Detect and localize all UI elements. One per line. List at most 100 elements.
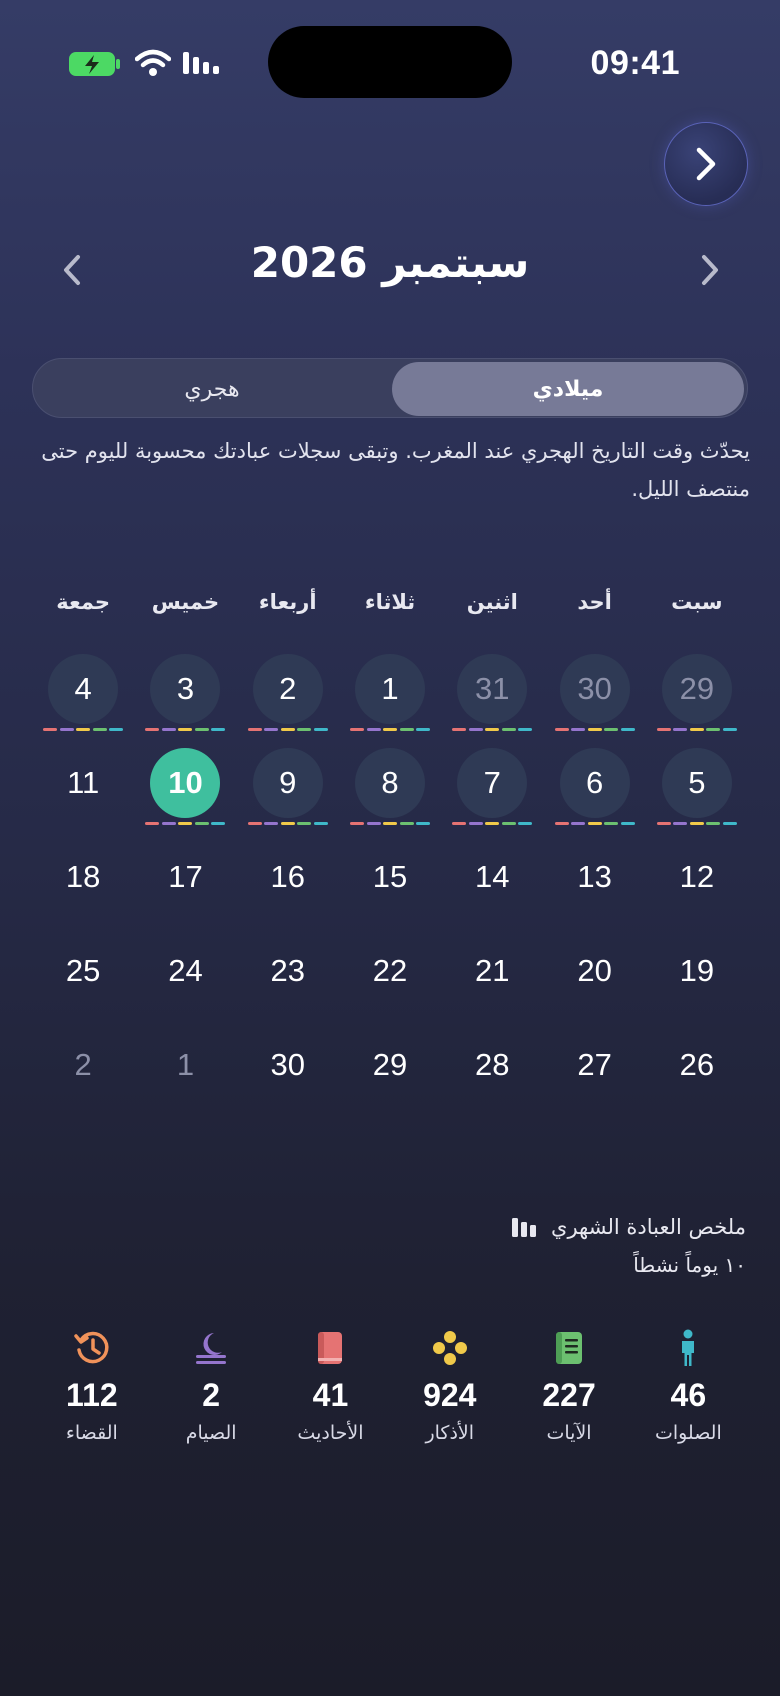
calendar-day[interactable]: 22	[339, 922, 441, 1016]
activity-indicator-dashes	[452, 822, 533, 826]
calendar-day[interactable]: 3	[134, 640, 236, 734]
calendar-day[interactable]: 29	[339, 1016, 441, 1110]
hijri-tab[interactable]: هجري	[36, 362, 388, 416]
day-number: 13	[577, 859, 612, 894]
calendar-day[interactable]: 5	[646, 734, 748, 828]
activity-dash	[689, 822, 704, 825]
activity-dash	[656, 728, 671, 731]
calendar-day[interactable]: 15	[339, 828, 441, 922]
day-circle: 15	[355, 842, 425, 912]
calendar-day[interactable]: 18	[32, 828, 134, 922]
day-number: 7	[483, 765, 501, 800]
activity-indicator-dashes	[145, 728, 226, 732]
stat-value: 112	[66, 1377, 118, 1413]
activity-dash	[366, 728, 381, 731]
calendar-day[interactable]: 19	[646, 922, 748, 1016]
calendar-day[interactable]: 29	[646, 640, 748, 734]
day-number: 30	[577, 671, 612, 706]
day-circle: 14	[457, 842, 527, 912]
activity-dash	[145, 822, 160, 825]
calendar-day[interactable]: 13	[543, 828, 645, 922]
activity-dash	[706, 728, 721, 731]
day-circle: 27	[560, 1030, 630, 1100]
calendar-day[interactable]: 17	[134, 828, 236, 922]
day-number: 29	[372, 1047, 408, 1082]
calendar-week-row: 19 20 21 22 23 24 25	[32, 922, 748, 1016]
day-number: 24	[168, 953, 203, 988]
activity-dash	[161, 728, 176, 731]
day-circle: 10	[150, 748, 221, 818]
day-number: 18	[65, 859, 101, 894]
next-month-button[interactable]	[690, 250, 730, 290]
active-days-count: ١٠ يوماً نشطاً	[633, 1253, 746, 1277]
day-number: 10	[168, 765, 203, 800]
day-number: 27	[577, 1047, 612, 1082]
calendar-day[interactable]: 23	[237, 922, 339, 1016]
activity-dash	[350, 822, 365, 825]
day-circle: 26	[662, 1030, 732, 1100]
calendar-day[interactable]: 1	[134, 1016, 236, 1110]
calendar-day[interactable]: 7	[441, 734, 543, 828]
stat-prayers[interactable]: 46 الصلوات	[629, 1325, 748, 1465]
stat-qada[interactable]: 112 القضاء	[32, 1325, 151, 1465]
calendar-day-today[interactable]: 10	[134, 734, 236, 828]
day-circle: 22	[355, 936, 425, 1006]
activity-dash	[518, 822, 533, 825]
stat-verses[interactable]: 227 الآيات	[509, 1325, 628, 1465]
calendar-day[interactable]: 2	[32, 1016, 134, 1110]
day-circle: 21	[457, 936, 527, 1006]
day-number: 2	[74, 1047, 92, 1082]
calendar-day[interactable]: 27	[543, 1016, 645, 1110]
calendar-day[interactable]: 12	[646, 828, 748, 922]
beads-icon	[432, 1331, 467, 1365]
day-circle: 18	[48, 842, 118, 912]
next-button[interactable]	[664, 122, 748, 206]
activity-dash	[571, 822, 586, 825]
calendar-day[interactable]: 25	[32, 922, 134, 1016]
activity-indicator-dashes	[452, 728, 533, 732]
calendar-day[interactable]: 2	[237, 640, 339, 734]
day-circle: 6	[559, 748, 630, 818]
hijri-note: يحدّث وقت التاريخ الهجري عند المغرب. وتب…	[41, 439, 750, 501]
calendar-day[interactable]: 21	[441, 922, 543, 1016]
calendar-day[interactable]: 30	[543, 640, 645, 734]
calendar-day[interactable]: 24	[134, 922, 236, 1016]
activity-dash	[722, 728, 737, 731]
calendar-day[interactable]: 1	[339, 640, 441, 734]
wifi-icon	[135, 49, 171, 76]
calendar-day[interactable]: 8	[339, 734, 441, 828]
stat-hadith[interactable]: 41 الأحاديث	[271, 1325, 390, 1465]
activity-indicator-dashes	[656, 822, 737, 826]
calendar-day[interactable]: 20	[543, 922, 645, 1016]
stat-value: 924	[423, 1377, 477, 1413]
day-circle: 30	[253, 1030, 323, 1100]
calendar-day[interactable]: 14	[441, 828, 543, 922]
day-circle: 28	[457, 1030, 527, 1100]
activity-dash	[620, 728, 635, 731]
calendar-day[interactable]: 26	[646, 1016, 748, 1110]
stat-value: 41	[312, 1377, 349, 1413]
calendar-day[interactable]: 9	[237, 734, 339, 828]
gregorian-tab[interactable]: ميلادي	[392, 362, 744, 416]
day-number: 6	[585, 765, 604, 800]
stat-fasting[interactable]: 2 الصيام	[152, 1325, 271, 1465]
day-number: 20	[577, 953, 612, 988]
activity-dash	[604, 728, 619, 731]
day-number: 1	[176, 1047, 195, 1082]
day-circle: 9	[252, 748, 323, 818]
day-number: 19	[679, 953, 715, 988]
day-number: 5	[688, 765, 706, 800]
calendar-day[interactable]: 30	[237, 1016, 339, 1110]
calendar-day[interactable]: 4	[32, 640, 134, 734]
weekday-label: جمعة	[56, 590, 111, 614]
calendar-day[interactable]: 11	[32, 734, 134, 828]
day-number: 23	[270, 953, 305, 988]
weekday-label: خميس	[151, 590, 220, 614]
activity-dash	[383, 728, 398, 731]
calendar-day[interactable]: 16	[237, 828, 339, 922]
calendar-day[interactable]: 28	[441, 1016, 543, 1110]
calendar-day[interactable]: 31	[441, 640, 543, 734]
activity-dash	[383, 822, 398, 825]
stat-dhikr[interactable]: 924 الأذكار	[390, 1325, 509, 1465]
calendar-day[interactable]: 6	[543, 734, 645, 828]
